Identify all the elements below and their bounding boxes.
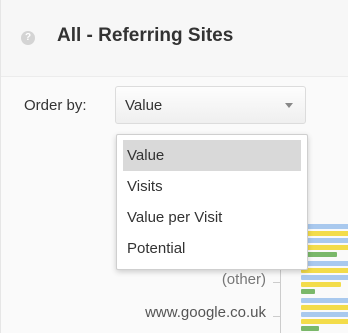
chart-bar bbox=[301, 319, 348, 324]
order-by-select[interactable]: Value bbox=[115, 86, 306, 124]
chart-bar bbox=[301, 245, 348, 250]
chart-tick bbox=[273, 316, 280, 317]
chevron-down-icon bbox=[285, 103, 293, 108]
chart-bar bbox=[301, 305, 348, 310]
chart-bar bbox=[301, 326, 319, 331]
chart-bar bbox=[301, 298, 348, 303]
help-icon[interactable]: ? bbox=[21, 31, 35, 45]
chart-bar bbox=[301, 231, 348, 236]
row-label-google[interactable]: www.google.co.uk bbox=[145, 304, 266, 321]
chart-bar bbox=[301, 289, 315, 294]
order-by-selected-value: Value bbox=[125, 97, 163, 114]
chart-tick bbox=[273, 282, 280, 283]
chart-bar bbox=[301, 282, 341, 287]
chart-bar bbox=[301, 238, 348, 243]
order-by-label: Order by: bbox=[24, 97, 87, 114]
chart-bar bbox=[301, 224, 348, 229]
panel-header: ? All - Referring Sites bbox=[1, 0, 348, 77]
chart-bar bbox=[301, 275, 348, 280]
dropdown-option-visits[interactable]: Visits bbox=[123, 171, 301, 202]
row-label-other: (other) bbox=[221, 271, 266, 288]
dropdown-option-value-per-visit[interactable]: Value per Visit bbox=[123, 202, 301, 233]
dropdown-option-value[interactable]: Value bbox=[123, 140, 301, 171]
panel-title: All - Referring Sites bbox=[57, 25, 234, 46]
chart-bar bbox=[301, 261, 348, 266]
order-by-dropdown-menu: Value Visits Value per Visit Potential bbox=[116, 134, 308, 270]
chart-bar bbox=[301, 312, 348, 317]
referring-sites-panel: ? All - Referring Sites Order by: Value … bbox=[0, 0, 348, 333]
dropdown-option-potential[interactable]: Potential bbox=[123, 233, 301, 264]
chart-bar bbox=[301, 268, 348, 273]
